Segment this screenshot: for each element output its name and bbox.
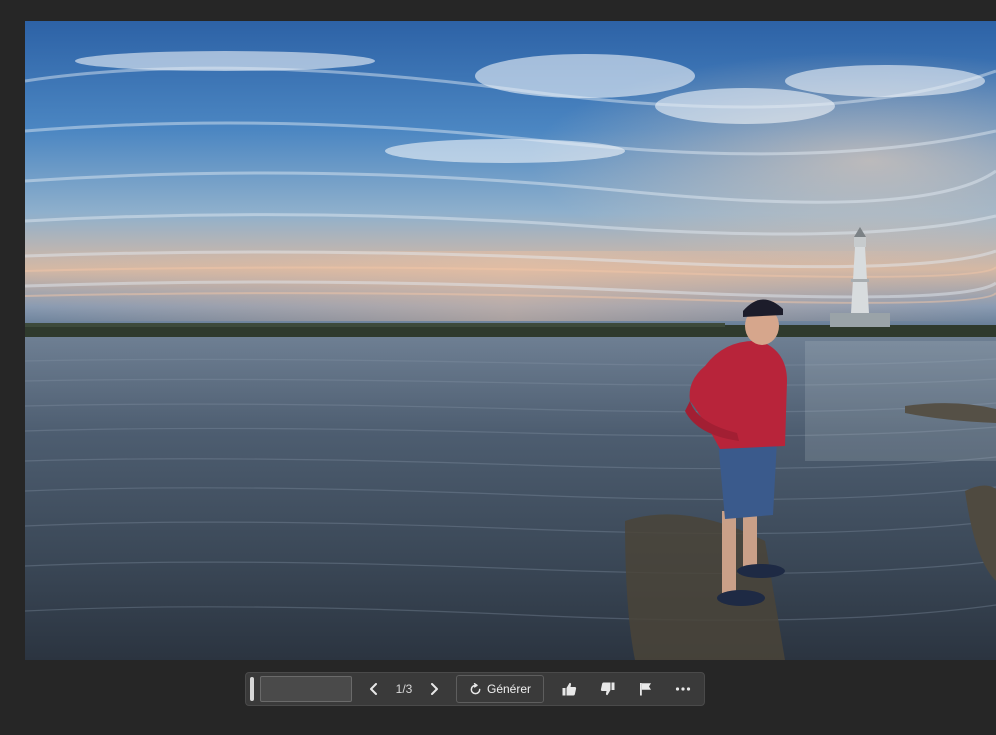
drag-handle[interactable]	[250, 677, 254, 701]
thumbs-down-icon	[600, 682, 615, 696]
thumbs-down-button[interactable]	[588, 675, 626, 703]
generate-button[interactable]: Générer	[456, 675, 545, 703]
prompt-input[interactable]	[260, 676, 352, 702]
thumbs-up-button[interactable]	[550, 675, 588, 703]
thumbs-up-icon	[562, 682, 576, 696]
photo-canvas	[25, 21, 996, 660]
more-button[interactable]	[664, 675, 702, 703]
generate-label: Générer	[487, 682, 532, 696]
next-button[interactable]	[422, 676, 446, 702]
more-icon	[675, 687, 691, 691]
regenerate-icon	[470, 682, 481, 694]
previous-button[interactable]	[362, 676, 386, 702]
variation-counter: 1/3	[395, 682, 413, 696]
flag-icon	[639, 683, 651, 696]
flag-button[interactable]	[626, 675, 664, 703]
chevron-right-icon	[431, 683, 438, 695]
chevron-left-icon	[370, 683, 377, 695]
generation-toolbar: 1/3 Générer	[245, 672, 705, 706]
